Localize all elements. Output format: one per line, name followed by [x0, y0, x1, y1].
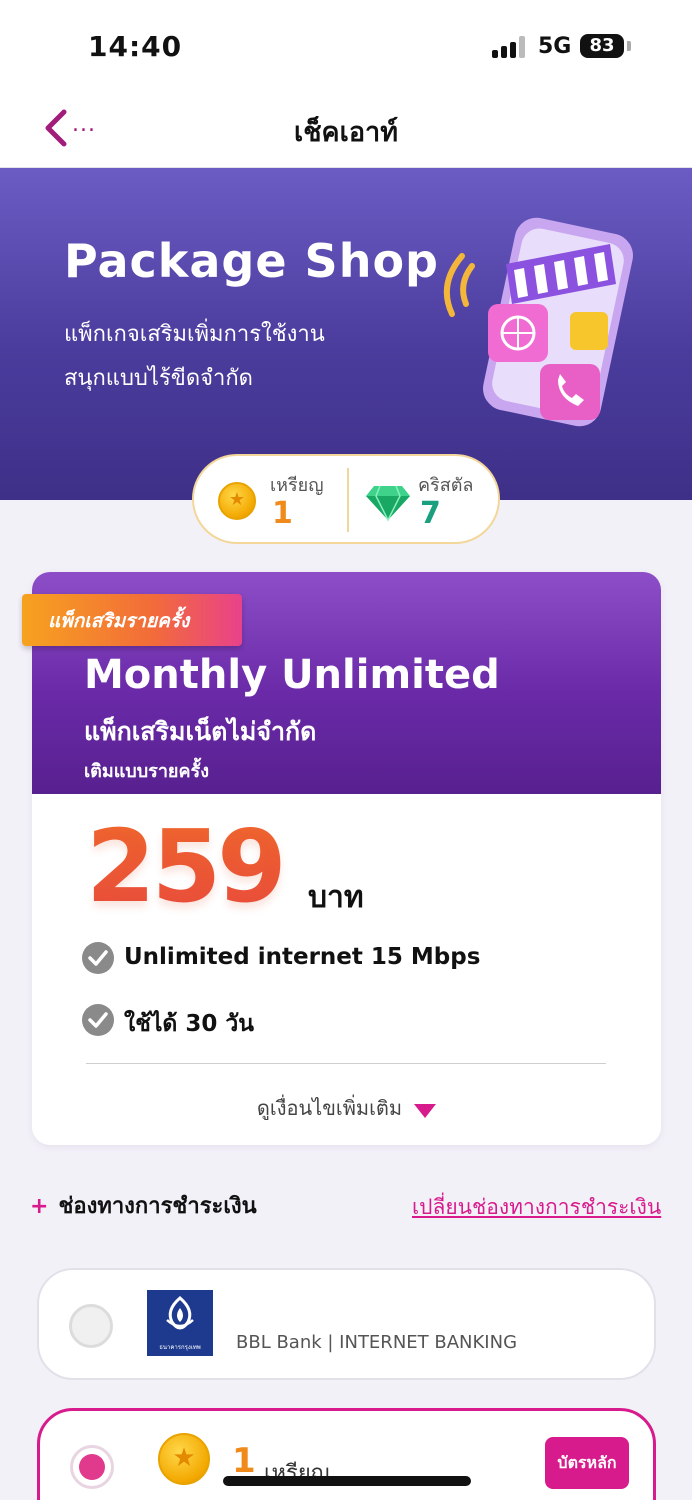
bank-logo-icon: ธนาคารกรุงเทพ — [147, 1290, 213, 1356]
payment-option-bank[interactable]: ธนาคารกรุงเทพ BBL Bank | INTERNET BANKIN… — [37, 1268, 656, 1380]
card-divider — [86, 1063, 606, 1064]
see-more-label: ดูเงื่อนไขเพิ่มเติม — [256, 1096, 403, 1120]
crystal-value: 7 — [420, 496, 441, 531]
coin-label: เหรียญ — [270, 475, 324, 496]
status-bar: 14:40 5G 83 — [0, 0, 692, 90]
payment-header-label: ช่องทางการชำระเงิน — [58, 1194, 257, 1219]
signal-icon — [492, 36, 528, 58]
status-time: 14:40 — [88, 30, 183, 63]
change-payment-link[interactable]: เปลี่ยนช่องทางการชำระเงิน — [412, 1191, 661, 1224]
feature-text: Unlimited internet 15 Mbps — [124, 944, 481, 970]
check-icon — [82, 942, 114, 974]
hero-subtitle-1: แพ็กเกจเสริมเพิ่มการใช้งาน — [64, 322, 325, 347]
see-more-conditions-button[interactable]: ดูเงื่อนไขเพิ่มเติม — [32, 1092, 661, 1124]
package-subtitle: แพ็กเสริมเน็ตไม่จำกัด — [84, 717, 317, 746]
rewards-pill: เหรียญ 1 คริสตัล 7 — [192, 454, 500, 544]
coin-value: 1 — [272, 496, 293, 531]
hero-banner: Package Shop แพ็กเกจเสริมเพิ่มการใช้งาน … — [0, 168, 692, 500]
package-tag-label: แพ็กเสริมรายครั้ง — [48, 610, 190, 632]
package-card: Monthly Unlimited แพ็กเสริมเน็ตไม่จำกัด … — [22, 572, 661, 1145]
page-title: เช็คเอาท์ — [293, 117, 399, 148]
package-tag: แพ็กเสริมรายครั้ง — [22, 594, 242, 646]
coin-count: 1 — [232, 1441, 256, 1481]
dropdown-triangle-icon — [414, 1103, 437, 1118]
check-icon — [82, 1004, 114, 1036]
plus-icon: + — [30, 1194, 49, 1219]
payment-section-header: + ช่องทางการชำระเงิน — [30, 1188, 257, 1223]
phone-shop-illustration-icon — [443, 217, 633, 427]
package-name: Monthly Unlimited — [84, 652, 500, 698]
coin-icon — [158, 1433, 210, 1485]
price-currency: บาท — [308, 880, 364, 915]
home-indicator — [223, 1476, 471, 1486]
battery-tip — [627, 41, 631, 51]
crystal-icon — [366, 485, 410, 522]
package-price: 259 — [86, 808, 287, 925]
network-label: 5G — [538, 34, 572, 59]
hero-subtitle-2: สนุกแบบไร้ขีดจำกัด — [64, 366, 253, 391]
bank-option-label: BBL Bank | INTERNET BANKING — [236, 1332, 518, 1353]
coin-icon — [218, 482, 256, 520]
hero-title: Package Shop — [64, 234, 439, 288]
payment-option-coin[interactable]: 1 เหรียญ บัตรหลัก — [37, 1408, 656, 1500]
nav-bar: ... เช็คเอาท์ — [0, 90, 692, 168]
radio-button-selected[interactable] — [70, 1445, 114, 1489]
radio-button[interactable] — [69, 1304, 113, 1348]
battery-icon: 83 — [580, 34, 624, 58]
main-card-badge: บัตรหลัก — [545, 1437, 629, 1489]
bank-logo-text: ธนาคารกรุงเทพ — [159, 1344, 201, 1351]
crystal-label: คริสตัล — [418, 475, 474, 496]
package-subtitle-2: เติมแบบรายครั้ง — [84, 761, 209, 782]
rewards-divider — [347, 468, 349, 532]
feature-text: ใช้ได้ 30 วัน — [124, 1011, 255, 1037]
